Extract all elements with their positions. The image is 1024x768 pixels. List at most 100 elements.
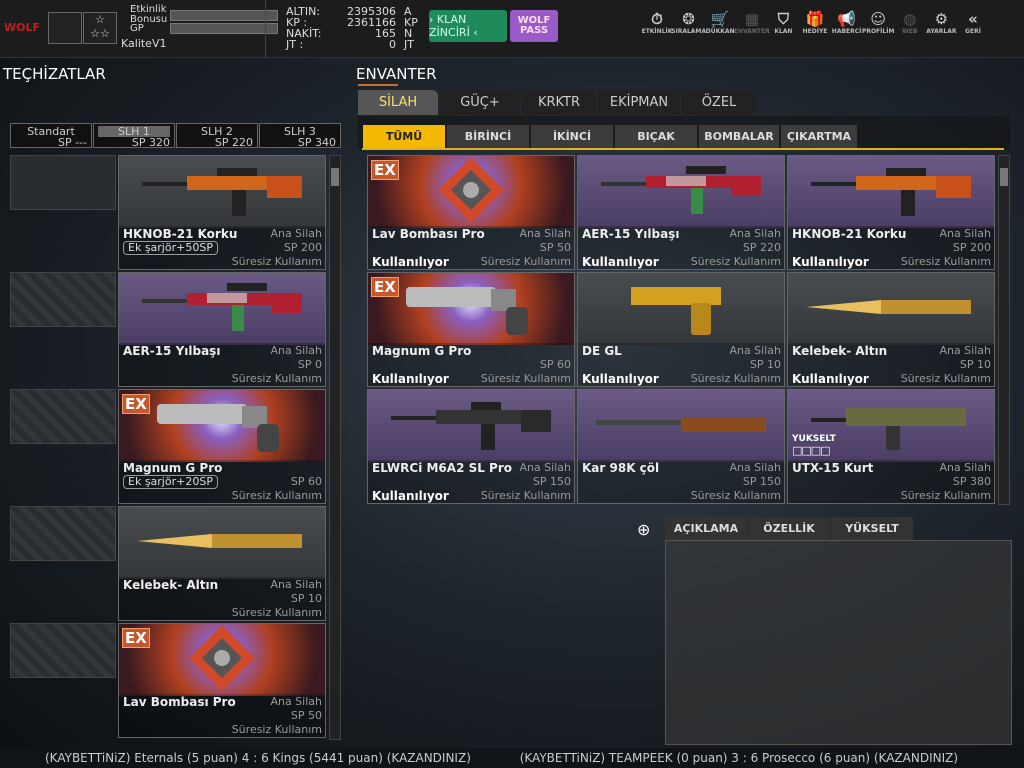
detail-tab-0[interactable]: AÇIKLAMA <box>665 517 747 540</box>
item-duration: Süresiz Kullanım <box>900 255 991 268</box>
inventory-item[interactable]: AER-15 Yılbaşı Ana Silah SP 220 Süresiz Kul… <box>577 155 785 270</box>
empty-slot[interactable] <box>10 389 116 444</box>
filter-tab-5[interactable]: ÇIKARTMA <box>781 125 857 148</box>
currency-value: 0 <box>389 38 396 51</box>
filter-tab-3[interactable]: BIÇAK <box>615 125 697 148</box>
loadout-title: TEÇHİZATLAR <box>3 65 106 83</box>
filter-tab-1[interactable]: BİRİNCİ <box>447 125 529 148</box>
item-name: UTX-15 Kurt <box>792 461 874 475</box>
item-image <box>119 507 325 579</box>
inventory-item[interactable]: EX Magnum G Pro SP 60 Süresiz Kullanım Kulla… <box>367 272 575 387</box>
knife-icon <box>801 292 981 326</box>
filter-tab-0[interactable]: TÜMÜ <box>363 125 445 148</box>
klan-chain-button[interactable]: › KLAN ZİNCİRİ ‹ <box>429 10 507 42</box>
nav-geri̇[interactable]: «GERİ <box>954 10 992 35</box>
nav-label: HABERCİ <box>831 28 862 35</box>
item-image <box>368 156 574 228</box>
item-sp: SP 10 <box>290 592 322 605</box>
tab-4[interactable]: ÖZEL <box>682 90 756 115</box>
item-type: Ana Silah <box>939 227 991 240</box>
currency-unit: JT <box>404 38 414 51</box>
item-image <box>578 273 784 345</box>
ex-badge: EX <box>122 394 150 414</box>
nav-label: PROFİLİM <box>861 28 895 35</box>
inventory-item[interactable]: Kar 98K çöl Ana Silah SP 150 Süresiz Kullan… <box>577 389 785 504</box>
loadout-slot-0[interactable]: HKNOB-21 Korku Ana Silah SP 200 Süresiz Kul… <box>118 155 326 270</box>
extra-mag-badge[interactable]: Ek şarjör+20SP <box>123 475 218 489</box>
loadout-scrollbar[interactable] <box>329 155 341 740</box>
tab-1[interactable]: GÜÇ+ <box>440 90 520 115</box>
item-image <box>119 390 325 462</box>
item-image <box>368 390 574 462</box>
filter-tab-2[interactable]: İKİNCİ <box>531 125 613 148</box>
nav-label: ETKİNLİK <box>641 28 673 35</box>
item-image <box>788 156 994 228</box>
item-type: Ana Silah <box>519 461 571 474</box>
item-name: AER-15 Yılbaşı <box>123 344 221 358</box>
inventory-scrollbar[interactable] <box>998 155 1010 505</box>
tab-0[interactable]: SİLAH <box>358 90 438 115</box>
item-duration: Süresiz Kullanım <box>480 372 571 385</box>
nav-label: AYARLAR <box>926 28 957 35</box>
inventory-item[interactable]: Kelebek- Altın Ana Silah SP 10 Süresiz Kull… <box>787 272 995 387</box>
item-sp: SP 200 <box>283 241 322 254</box>
currency-label: JT : <box>286 38 304 51</box>
empty-slot[interactable] <box>10 155 116 210</box>
inventory-item[interactable]: YUKSELT □□□□ UTX-15 Kurt Ana Silah SP 380 Sür… <box>787 389 995 504</box>
clan-emblem[interactable] <box>48 12 82 44</box>
inventory-item[interactable]: EX Lav Bombası Pro Ana Silah SP 50 Süresiz K… <box>367 155 575 270</box>
loadout-slot-2[interactable]: EX Magnum G Pro SP 60 Süresiz Kullanım Ek şa… <box>118 389 326 504</box>
loadout-tab-3[interactable]: SLH 3 SP 340 <box>259 123 341 148</box>
inventory-item[interactable]: ELWRCi M6A2 SL Pro Ana Silah SP 150 Süresiz… <box>367 389 575 504</box>
item-duration: Süresiz Kullanım <box>690 489 781 502</box>
empty-slot[interactable] <box>10 506 116 561</box>
revolver-icon <box>147 394 297 458</box>
gp-label: GP <box>130 23 144 34</box>
item-sp: SP 10 <box>959 358 991 371</box>
ticker-item: (KAYBETTiNiZ) Eternals (5 puan) 4 : 6 Ki… <box>45 751 471 765</box>
item-type: Ana Silah <box>270 344 322 357</box>
rifle-icon <box>806 394 976 458</box>
upgrade-badge: YUKSELT <box>792 434 836 444</box>
item-duration: Süresiz Kullanım <box>480 255 571 268</box>
empty-slot[interactable] <box>10 623 116 678</box>
wolf-pass-button[interactable]: WOLF PASS <box>510 10 558 42</box>
nav-label: KLAN <box>774 28 793 35</box>
item-sp: SP 10 <box>749 358 781 371</box>
rifle-icon <box>386 394 556 458</box>
revolver-icon <box>396 277 546 341</box>
tab-2[interactable]: KRKTR <box>522 90 596 115</box>
inventory-item[interactable]: HKNOB-21 Korku Ana Silah SP 200 Süresiz Kul… <box>787 155 995 270</box>
loadout-slot-4[interactable]: EX Lav Bombası Pro Ana Silah SP 50 Süresiz K… <box>118 623 326 738</box>
item-name: Kar 98K çöl <box>582 461 660 475</box>
item-name: HKNOB-21 Korku <box>792 227 907 241</box>
item-duration: Süresiz Kullanım <box>690 255 781 268</box>
tab-3[interactable]: EKİPMAN <box>598 90 680 115</box>
item-type: Ana Silah <box>939 344 991 357</box>
item-name: Lav Bombası Pro <box>123 695 236 709</box>
item-sp: SP 60 <box>290 475 322 488</box>
item-type: Ana Silah <box>729 227 781 240</box>
item-sp: SP 200 <box>952 241 991 254</box>
empty-slot[interactable] <box>10 272 116 327</box>
extra-mag-badge[interactable]: Ek şarjör+50SP <box>123 241 218 255</box>
item-image <box>119 156 325 228</box>
loadout-tab-2[interactable]: SLH 2 SP 220 <box>176 123 258 148</box>
item-name: Kelebek- Altın <box>792 344 888 358</box>
loadout-tab-0[interactable]: Standart SP --- <box>10 123 92 148</box>
filter-tab-4[interactable]: BOMBALAR <box>699 125 779 148</box>
zoom-in-icon[interactable]: ⊕ <box>637 520 650 539</box>
item-sp: SP 60 <box>539 358 571 371</box>
detail-tab-2[interactable]: YÜKSELT <box>831 517 913 540</box>
item-name: DE GL <box>582 344 622 358</box>
item-name: Lav Bombası Pro <box>372 227 485 241</box>
inventory-item[interactable]: DE GL Ana Silah SP 10 Süresiz Kullanım Kulla… <box>577 272 785 387</box>
loadout-tab-1[interactable]: SLH 1 SP 320 <box>93 123 175 148</box>
rank-icon: ☆ ☆☆ <box>83 12 117 44</box>
loadout-slot-1[interactable]: AER-15 Yılbaşı Ana Silah SP 0 Süresiz Kulla… <box>118 272 326 387</box>
rifle-icon <box>137 277 307 341</box>
item-image <box>368 273 574 345</box>
item-name: Magnum G Pro <box>123 461 223 475</box>
detail-tab-1[interactable]: ÖZELLİK <box>748 517 830 540</box>
loadout-slot-3[interactable]: Kelebek- Altın Ana Silah SP 10 Süresiz Kull… <box>118 506 326 621</box>
